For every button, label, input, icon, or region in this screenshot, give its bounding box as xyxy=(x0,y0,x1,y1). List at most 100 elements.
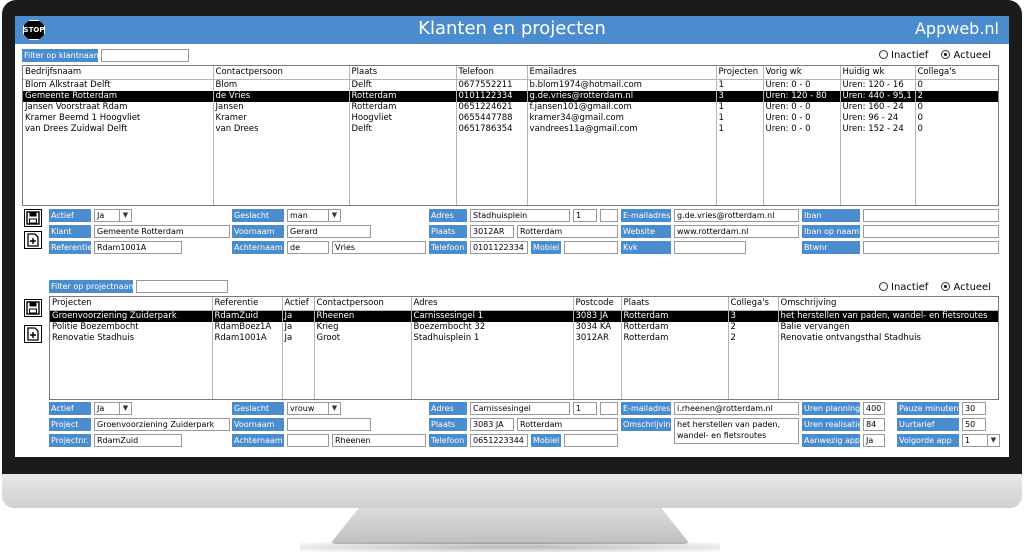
client-actief-select[interactable]: Ja ▼ xyxy=(94,209,132,222)
client-klant-input[interactable]: Gemeente Rotterdam xyxy=(94,225,230,238)
projects-table-header: Projecten Referentie Actief Contactpersoon A… xyxy=(50,297,998,311)
project-adres-input[interactable]: Carnissesingel xyxy=(470,402,570,415)
table-row[interactable]: Renovatie Stadhuis Rdam1001A Ja Groot Stadhu… xyxy=(50,332,998,344)
client-column-header[interactable]: Projecten xyxy=(716,66,764,80)
project-telefoon-input[interactable]: 0651223344 xyxy=(470,434,528,447)
client-actief-label: Actief xyxy=(49,209,91,222)
radio-inactive[interactable]: Inactief xyxy=(879,282,928,293)
project-cell: Rotterdam xyxy=(621,321,729,333)
client-cell: Jansen xyxy=(213,101,350,113)
chevron-down-icon[interactable]: ▼ xyxy=(119,403,131,414)
project-column-header[interactable]: Plaats xyxy=(621,297,729,311)
chevron-down-icon[interactable]: ▼ xyxy=(328,210,340,221)
client-tussenvoegsel-input[interactable]: de xyxy=(287,241,329,254)
chevron-down-icon[interactable]: ▼ xyxy=(328,403,340,414)
project-mobiel-input[interactable] xyxy=(564,434,618,447)
project-column-header[interactable]: Postcode xyxy=(573,297,622,311)
chevron-down-icon[interactable]: ▼ xyxy=(987,435,999,446)
client-website-input[interactable]: www.rotterdam.nl xyxy=(674,225,799,238)
client-plaats-input[interactable]: Rotterdam xyxy=(517,225,618,238)
client-plaats-label: Plaats xyxy=(429,225,467,238)
project-toevoeging-input[interactable] xyxy=(600,402,618,415)
client-column-header[interactable]: Collega's xyxy=(915,66,998,80)
project-volgorde-select[interactable]: 1 ▼ xyxy=(962,434,1000,447)
project-uren-planning-input[interactable]: 400 xyxy=(863,402,885,415)
client-cell: Blom xyxy=(213,79,350,91)
client-achternaam-input[interactable]: Vries xyxy=(332,241,426,254)
client-telefoon-input[interactable]: 0101122334 xyxy=(470,241,528,254)
project-omschrijving-input[interactable]: het herstellen van paden, wandel- en fie… xyxy=(674,418,799,444)
table-row[interactable]: Groenvoorziening Zuiderpark RdamZuid Ja Rhe… xyxy=(50,310,998,322)
table-row[interactable]: Blom Alkstraat Delft Blom Delft 0677552211 b… xyxy=(23,79,998,91)
client-cell: 0 xyxy=(915,123,998,135)
client-iban-input[interactable] xyxy=(863,209,999,222)
project-tussenvoegsel-input[interactable] xyxy=(287,434,329,447)
client-adres-input[interactable]: Stadhuisplein xyxy=(470,209,570,222)
client-column-header[interactable]: Vorig wk xyxy=(763,66,841,80)
client-column-header[interactable]: Contactpersoon xyxy=(213,66,350,80)
projects-table[interactable]: Projecten Referentie Actief Contactpersoon A… xyxy=(49,296,999,400)
radio-active[interactable]: Actueel xyxy=(941,282,991,293)
project-huisnr-input[interactable]: 1 xyxy=(573,402,597,415)
table-row[interactable]: Kramer Beemd 1 Hoogvliet Kramer Hoogvliet 0… xyxy=(23,112,998,124)
project-projectnr-input[interactable]: RdamZuid xyxy=(94,434,182,447)
client-email-input[interactable]: g.de.vries@rotterdam.nl xyxy=(674,209,799,222)
client-cell: 0 xyxy=(915,112,998,124)
client-cell: Uren: 160 - 24 xyxy=(840,101,916,113)
project-project-input[interactable]: Groenvoorziening Zuiderpark xyxy=(94,418,230,431)
client-column-header[interactable]: Plaats xyxy=(349,66,457,80)
chevron-down-icon[interactable]: ▼ xyxy=(119,210,131,221)
table-row[interactable]: Politie Boezembocht RdamBoez1A Ja Krieg Boez… xyxy=(50,321,998,333)
add-document-icon[interactable] xyxy=(24,325,42,343)
project-column-header[interactable]: Adres xyxy=(411,297,574,311)
project-actief-select[interactable]: Ja ▼ xyxy=(94,402,132,415)
project-achternaam-input[interactable]: Rheenen xyxy=(332,434,426,447)
project-uurtarief-input[interactable]: 50 xyxy=(962,418,986,431)
floppy-disk-icon[interactable] xyxy=(24,209,42,227)
project-uren-realisatie-input[interactable]: 84 xyxy=(863,418,885,431)
project-postcode-input[interactable]: 3083 JA xyxy=(470,418,514,431)
client-geslacht-select[interactable]: man ▼ xyxy=(287,209,341,222)
project-cell: Politie Boezembocht xyxy=(50,321,213,333)
add-document-icon[interactable] xyxy=(24,231,42,249)
client-postcode-input[interactable]: 3012AR xyxy=(470,225,514,238)
radio-inactive[interactable]: Inactief xyxy=(879,50,928,61)
client-cell: g.de.vries@rotterdam.nl xyxy=(527,90,717,102)
client-kvk-input[interactable] xyxy=(674,241,746,254)
client-iban-naam-input[interactable] xyxy=(863,225,999,238)
client-btwnr-input[interactable] xyxy=(863,241,999,254)
project-email-label: E-mailadres xyxy=(621,402,671,415)
project-email-input[interactable]: i.rheenen@rotterdam.nl xyxy=(674,402,799,415)
radio-active[interactable]: Actueel xyxy=(941,50,991,61)
client-column-header[interactable]: Bedrijfsnaam xyxy=(23,66,214,80)
project-column-header[interactable]: Contactpersoon xyxy=(314,297,412,311)
client-column-header[interactable]: Telefoon xyxy=(456,66,528,80)
client-filter-input[interactable] xyxy=(101,49,189,62)
project-pauze-input[interactable]: 30 xyxy=(962,402,986,415)
clients-table[interactable]: Bedrijfsnaam Contactpersoon Plaats Telefoon… xyxy=(22,65,999,206)
client-referentie-input[interactable]: Rdam1001A xyxy=(94,241,182,254)
project-omschrijving-label: Omschrijving xyxy=(621,418,671,431)
project-plaats-input[interactable]: Rotterdam xyxy=(517,418,618,431)
project-voornaam-input[interactable] xyxy=(287,418,371,431)
project-column-header[interactable]: Omschrijving xyxy=(778,297,998,311)
table-row[interactable]: Gemeente Rotterdam de Vries Rotterdam 01011… xyxy=(23,90,998,102)
client-huisnr-input[interactable]: 1 xyxy=(573,209,597,222)
project-aanwezig-app-input[interactable]: Ja xyxy=(863,434,885,447)
floppy-disk-icon[interactable] xyxy=(24,299,42,317)
radio-active-icon xyxy=(941,50,951,59)
project-column-header[interactable]: Projecten xyxy=(50,297,213,311)
client-mobiel-input[interactable] xyxy=(564,241,618,254)
project-column-header[interactable]: Collega's xyxy=(728,297,779,311)
client-voornaam-input[interactable]: Gerard xyxy=(287,225,371,238)
project-filter-input[interactable] xyxy=(136,280,228,293)
client-column-header[interactable]: Huidig wk xyxy=(840,66,916,80)
client-telefoon-label: Telefoon xyxy=(429,241,467,254)
table-row[interactable]: Jansen Voorstraat Rdam Jansen Rotterdam 065… xyxy=(23,101,998,113)
client-column-header[interactable]: Emailadres xyxy=(527,66,717,80)
table-row[interactable]: van Drees Zuidwal Delft van Drees Delft 065… xyxy=(23,123,998,135)
client-toevoeging-input[interactable] xyxy=(600,209,618,222)
project-column-header[interactable]: Referentie xyxy=(212,297,283,311)
project-column-header[interactable]: Actief xyxy=(282,297,315,311)
project-geslacht-select[interactable]: vrouw ▼ xyxy=(287,402,341,415)
